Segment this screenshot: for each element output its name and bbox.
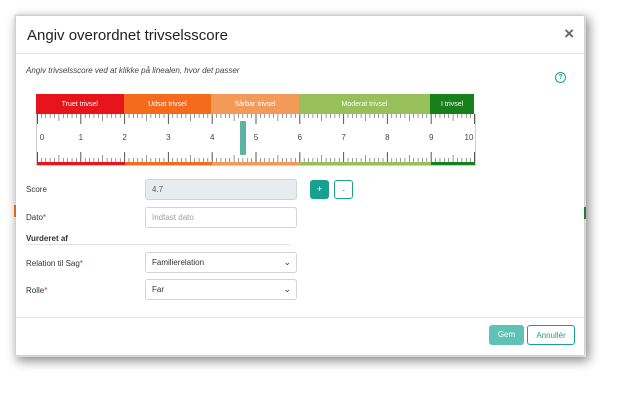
relation-value: Familierelation	[152, 258, 205, 267]
increment-button[interactable]: +	[310, 180, 329, 199]
role-label: Rolle*	[26, 286, 48, 295]
dialog-title: Angiv overordnet trivselsscore	[27, 27, 228, 44]
score-label: Score	[26, 185, 47, 194]
tick-label: 9	[428, 133, 434, 142]
tick-label: 5	[253, 133, 259, 142]
dialog-header: Angiv overordnet trivselsscore ×	[16, 16, 584, 54]
role-select[interactable]: Far ⌄	[145, 279, 297, 300]
role-value: Far	[152, 285, 164, 294]
scale-zone[interactable]: Udsat trivsel	[123, 94, 212, 114]
tick-label: 2	[122, 133, 127, 142]
scale-zone-band	[299, 162, 432, 165]
section-heading: Vurderet af	[26, 234, 68, 243]
footer-divider	[16, 317, 584, 318]
tick-label: 4	[209, 133, 215, 142]
date-label: Dato*	[26, 213, 47, 222]
scale-zone[interactable]: Sårbar trivsel	[211, 94, 299, 114]
help-icon[interactable]: ?	[555, 72, 566, 83]
scale-zones: Truet trivsel Udsat trivsel Sårbar trivsel…	[36, 94, 474, 114]
tick-label: 7	[341, 133, 346, 142]
score-field: 4.7	[145, 179, 297, 200]
tick-label: 6	[297, 133, 303, 142]
score-ruler[interactable]: 0 1 2 3 4 5 6 7 8 9 10	[36, 114, 476, 166]
dialog: Angiv overordnet trivselsscore × Angiv t…	[16, 16, 584, 355]
close-icon[interactable]: ×	[564, 24, 574, 44]
chevron-down-icon: ⌄	[283, 257, 291, 267]
scale-zone[interactable]: Moderat trivsel	[298, 94, 431, 114]
tick-label: 0	[39, 133, 45, 142]
relation-select[interactable]: Familierelation ⌄	[145, 252, 297, 273]
date-input[interactable]: Indtast dato	[145, 207, 297, 228]
decrement-button[interactable]: -	[334, 180, 353, 199]
chevron-down-icon: ⌄	[283, 284, 291, 294]
scale-zone-band	[124, 162, 213, 165]
scale-zone[interactable]: Truet trivsel	[36, 94, 124, 114]
instruction-text: Angiv trivselsscore ved at klikke på lin…	[26, 66, 240, 75]
scale-zone[interactable]: I trivsel	[430, 94, 474, 114]
cancel-button[interactable]: Annullér	[527, 325, 575, 345]
scale-zone-band	[431, 162, 475, 165]
scale-zone-band	[37, 162, 125, 165]
scale-zone-band	[212, 162, 300, 165]
score-marker[interactable]	[239, 121, 246, 155]
relation-label: Relation til Sag*	[26, 259, 83, 268]
tick-label: 3	[166, 133, 171, 142]
tick-label: 10	[464, 133, 474, 142]
tick-label: 8	[385, 133, 390, 142]
section-divider	[26, 244, 291, 245]
tick-label: 1	[78, 133, 84, 142]
save-button[interactable]: Gem	[489, 325, 524, 345]
